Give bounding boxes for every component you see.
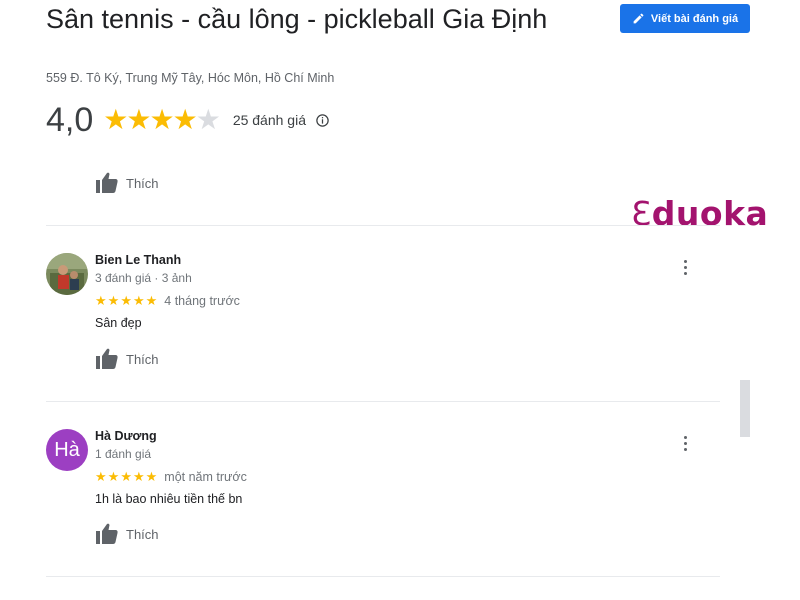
- star-icon: ★: [172, 104, 198, 135]
- review-text: Sân đẹp: [95, 316, 142, 330]
- place-title: Sân tennis - cầu lông - pickleball Gia Đ…: [46, 4, 548, 34]
- star-icon: ★: [120, 469, 132, 484]
- thumbs-up-icon: [95, 348, 119, 370]
- star-icon: ★: [195, 104, 221, 135]
- review-stars: ★★★★★: [95, 468, 158, 486]
- rating-stars: ★ ★ ★ ★ ★: [103, 104, 221, 135]
- brand-watermark: Ɛduoka: [631, 194, 769, 233]
- like-button[interactable]: Thích: [95, 172, 159, 194]
- review-count[interactable]: 25 đánh giá: [233, 112, 306, 128]
- star-icon: ★: [95, 469, 107, 484]
- more-vert-icon[interactable]: [677, 258, 693, 276]
- star-icon: ★: [107, 469, 120, 484]
- review-time: một năm trước: [164, 470, 247, 484]
- like-button[interactable]: Thích: [95, 348, 159, 370]
- write-review-label: Viết bài đánh giá: [650, 12, 739, 25]
- review-rating-row: ★★★★★ 4 tháng trước: [95, 292, 240, 310]
- thumbs-up-icon: [95, 172, 119, 194]
- reviewer-meta: 1 đánh giá: [95, 447, 152, 461]
- write-review-button[interactable]: Viết bài đánh giá: [620, 4, 750, 33]
- pencil-icon: [632, 12, 645, 25]
- more-vert-icon[interactable]: [677, 434, 693, 452]
- star-icon: ★: [145, 293, 158, 308]
- star-icon: ★: [149, 104, 175, 135]
- review-time: 4 tháng trước: [164, 294, 240, 308]
- star-icon: ★: [120, 293, 132, 308]
- divider: [46, 576, 720, 577]
- star-icon: ★: [132, 469, 145, 484]
- star-icon: ★: [107, 293, 120, 308]
- star-icon: ★: [95, 293, 107, 308]
- rating-summary: 4,0 ★ ★ ★ ★ ★ 25 đánh giá: [46, 100, 330, 140]
- star-icon: ★: [126, 104, 152, 135]
- like-label: Thích: [126, 526, 159, 542]
- star-icon: ★: [145, 469, 158, 484]
- avatar[interactable]: Hà: [46, 429, 88, 471]
- review-stars: ★★★★★: [95, 292, 158, 310]
- star-icon: ★: [132, 293, 145, 308]
- thumbs-up-icon: [95, 523, 119, 545]
- rating-value: 4,0: [46, 100, 94, 139]
- review-text: 1h là bao nhiêu tiền thế bn: [95, 492, 243, 506]
- scrollbar-thumb[interactable]: [740, 380, 750, 437]
- divider: [46, 401, 720, 402]
- place-address: 559 Đ. Tô Ký, Trung Mỹ Tây, Hóc Môn, Hồ …: [46, 71, 335, 85]
- avatar[interactable]: [46, 253, 88, 295]
- star-icon: ★: [103, 104, 129, 135]
- reviewer-meta: 3 đánh giá · 3 ảnh: [95, 271, 192, 285]
- reviewer-name[interactable]: Bien Le Thanh: [95, 253, 181, 267]
- review-rating-row: ★★★★★ một năm trước: [95, 468, 247, 486]
- like-button[interactable]: Thích: [95, 523, 159, 545]
- like-label: Thích: [126, 175, 159, 191]
- clipped-review-text: [95, 152, 205, 158]
- info-icon[interactable]: [315, 113, 330, 128]
- divider: [46, 225, 720, 226]
- reviewer-name[interactable]: Hà Dương: [95, 429, 157, 443]
- like-label: Thích: [126, 351, 159, 367]
